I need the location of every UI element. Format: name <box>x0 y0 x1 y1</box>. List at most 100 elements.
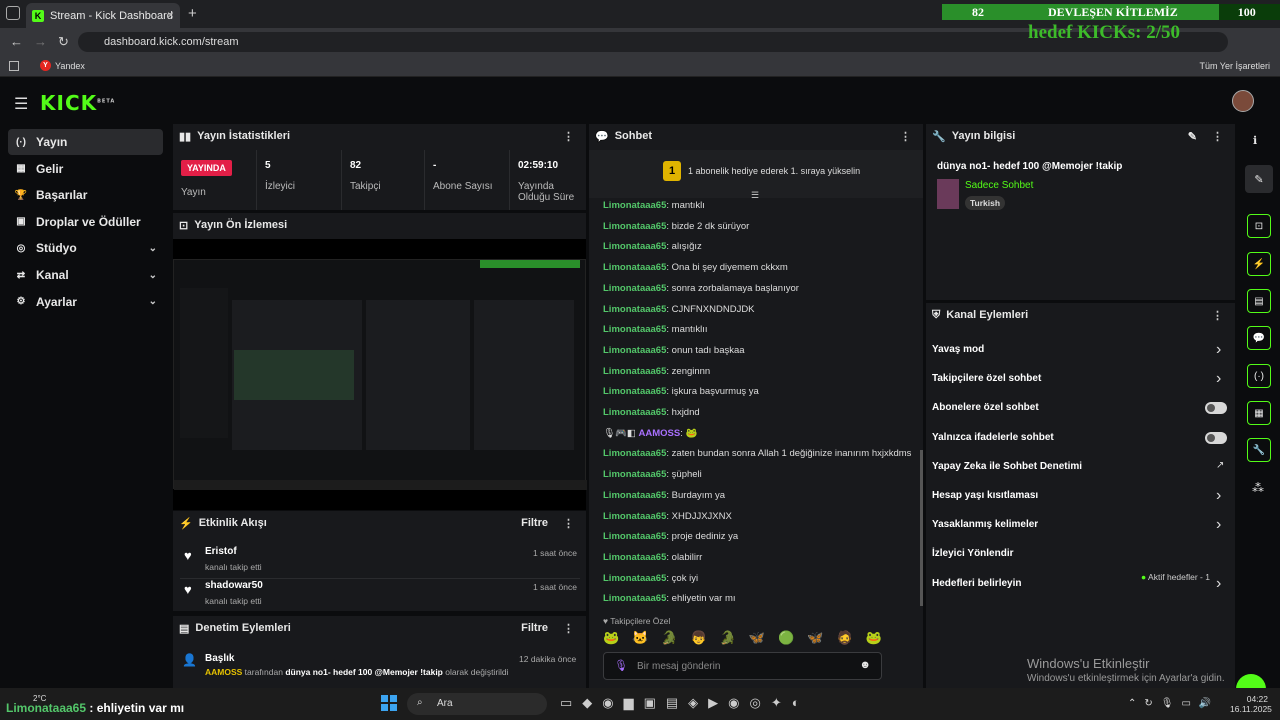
info-icon[interactable]: ℹ <box>1253 134 1257 147</box>
chat-username[interactable]: Limonataaa65 <box>603 366 666 377</box>
chat-message[interactable]: Limonataaa65: Ona bi şey diyemem ckkxm <box>603 262 788 273</box>
chevron-right-icon[interactable]: › <box>1216 341 1221 359</box>
chevron-down-icon[interactable]: ⌄ <box>149 270 157 281</box>
chat-username[interactable]: Limonataaa65 <box>603 552 666 563</box>
chevron-down-icon[interactable]: ⌄ <box>149 296 157 307</box>
chat-message[interactable]: 🎙🎮◧ AAMOSS: 🐸 <box>603 428 697 439</box>
mic-icon[interactable]: 🎙 <box>614 659 628 672</box>
windows-start-icon[interactable] <box>381 695 397 711</box>
sidebar-item-0[interactable]: (·) Yayın <box>8 129 163 155</box>
user-avatar[interactable] <box>1232 90 1254 112</box>
more-icon[interactable]: ⋮ <box>563 130 574 143</box>
more-icon[interactable]: ⋮ <box>900 130 911 143</box>
sidebar-item-1[interactable]: ▦ Gelir <box>8 156 163 182</box>
add-widget-icon[interactable]: ⁂ <box>1252 481 1264 495</box>
chat-username[interactable]: Limonataaa65 <box>603 490 666 501</box>
activity-filter-button[interactable]: Filtre <box>521 517 548 529</box>
chat-message[interactable]: Limonataaa65: onun tadı başkaa <box>603 345 745 356</box>
chat-message[interactable]: Limonataaa65: XHDJJXJXNX <box>603 511 732 522</box>
reload-button[interactable]: ↻ <box>58 34 69 50</box>
toggle-switch[interactable] <box>1205 431 1227 444</box>
sidebar-item-3[interactable]: ▣ Droplar ve Ödüller <box>8 209 163 235</box>
chat-username[interactable]: Limonataaa65 <box>603 221 666 232</box>
more-icon[interactable]: ⋮ <box>563 517 574 530</box>
chat-username[interactable]: Limonataaa65 <box>603 386 666 397</box>
chat-message[interactable]: Limonataaa65: proje dediniz ya <box>603 531 738 542</box>
chevron-right-icon[interactable]: › <box>1216 575 1221 593</box>
chat-username[interactable]: Limonataaa65 <box>603 511 666 522</box>
more-icon[interactable]: ⋮ <box>1212 309 1223 322</box>
chat-message[interactable]: Limonataaa65: ehliyetin var mı <box>603 593 736 604</box>
close-tab-icon[interactable]: × <box>167 8 174 22</box>
new-tab-button[interactable]: + <box>188 5 197 22</box>
chevron-right-icon[interactable]: › <box>1216 516 1221 534</box>
language-tag[interactable]: Turkish <box>965 196 1006 210</box>
pinned-banner[interactable]: 1 1 abonelik hediye ederek 1. sıraya yük… <box>589 150 923 201</box>
channel-action-item[interactable]: Yavaş mod <box>932 344 984 355</box>
channel-action-item[interactable]: Hesap yaşı kısıtlaması <box>932 490 1038 501</box>
system-tray[interactable]: ⌃↻🎙▭🔊 <box>1128 698 1219 709</box>
chevron-right-icon[interactable]: › <box>1216 487 1221 505</box>
browser-tab[interactable]: K Stream - Kick Dashboard × <box>26 3 180 28</box>
taskbar-apps[interactable]: ▭◆◉▆▣▤◈▶◉◎✦◐ <box>560 695 810 711</box>
info-tool-icon[interactable]: ▦ <box>1247 401 1271 425</box>
chat-message[interactable]: Limonataaa65: zenginnn <box>603 366 710 377</box>
chat-username[interactable]: Limonataaa65 <box>603 262 666 273</box>
chat-message[interactable]: Limonataaa65: işkura başvurmuş ya <box>603 386 759 397</box>
chat-message[interactable]: Limonataaa65: CJNFNXNDNDJDK <box>603 304 755 315</box>
taskbar-search[interactable]: ⌕ Ara <box>407 693 547 715</box>
chat-tool-icon[interactable]: 💬 <box>1247 326 1271 350</box>
apps-icon[interactable] <box>9 61 19 71</box>
category-link[interactable]: Sadece Sohbet <box>965 180 1033 191</box>
clock[interactable]: 04:22 16.11.2025 <box>1230 694 1272 714</box>
tab-list-icon[interactable] <box>6 6 20 20</box>
expand-icon[interactable]: ☰ <box>751 190 759 201</box>
sidebar-item-4[interactable]: ◎ Stüdyo ⌄ <box>8 235 163 261</box>
chat-input[interactable]: 🎙 Bir mesaj gönderin ☻ <box>603 652 882 680</box>
channel-action-item[interactable]: Takipçilere özel sohbet <box>932 373 1041 384</box>
channel-action-item[interactable]: İzleyici Yönlendir <box>932 548 1014 559</box>
chat-username[interactable]: Limonataaa65 <box>603 593 666 604</box>
chat-message[interactable]: Limonataaa65: alışığız <box>603 241 702 252</box>
chevron-down-icon[interactable]: ⌄ <box>149 243 157 254</box>
channel-action-item[interactable]: Hedefleri belirleyin <box>932 578 1021 589</box>
emoji-icon[interactable]: ☻ <box>859 659 871 671</box>
chat-username[interactable]: Limonataaa65 <box>603 304 666 315</box>
chat-message[interactable]: Limonataaa65: mantıklı <box>603 200 705 211</box>
back-button[interactable]: ← <box>10 34 23 49</box>
chat-username[interactable]: Limonataaa65 <box>603 324 666 335</box>
menu-icon[interactable]: ☰ <box>14 94 28 114</box>
preview-tool-icon[interactable]: ⊡ <box>1247 214 1271 238</box>
forward-button[interactable]: → <box>34 34 47 49</box>
chat-scrollbar[interactable] <box>920 450 923 606</box>
chat-message[interactable]: Limonataaa65: çok iyi <box>603 573 698 584</box>
sidebar-item-6[interactable]: ⚙ Ayarlar ⌄ <box>8 289 163 315</box>
channel-action-item[interactable]: Yalnızca ifadelerle sohbet <box>932 432 1054 443</box>
stream-preview[interactable] <box>173 239 587 510</box>
channel-action-item[interactable]: Yasaklanmış kelimeler <box>932 519 1038 530</box>
chat-username[interactable]: Limonataaa65 <box>603 469 666 480</box>
all-bookmarks[interactable]: Tüm Yer İşaretleri <box>1199 61 1270 71</box>
moderation-filter-button[interactable]: Filtre <box>521 622 548 634</box>
chat-username[interactable]: AAMOSS <box>639 428 681 439</box>
chat-message[interactable]: Limonataaa65: zaten bundan sonra Allah 1… <box>603 448 911 459</box>
doc-tool-icon[interactable]: ▤ <box>1247 289 1271 313</box>
chat-username[interactable]: Limonataaa65 <box>603 283 666 294</box>
external-link-icon[interactable]: ↗ <box>1216 460 1224 471</box>
chat-username[interactable]: Limonataaa65 <box>603 448 666 459</box>
more-icon[interactable]: ⋮ <box>1212 130 1223 143</box>
kick-logo[interactable]: KICKBETA <box>40 91 115 115</box>
chevron-right-icon[interactable]: › <box>1216 370 1221 388</box>
bolt-tool-icon[interactable]: ⚡ <box>1247 252 1271 276</box>
emote-row[interactable]: 🐸🐱🐊👦🐊🦋🟢🦋🧔🐸 <box>603 630 895 646</box>
chat-message[interactable]: Limonataaa65: sonra zorbalamaya başlanıy… <box>603 283 799 294</box>
chat-username[interactable]: Limonataaa65 <box>603 200 666 211</box>
chat-message[interactable]: Limonataaa65: bizde 2 dk sürüyor <box>603 221 749 232</box>
channel-action-item[interactable]: Yapay Zeka ile Sohbet Denetimi <box>932 461 1082 472</box>
chat-username[interactable]: Limonataaa65 <box>603 531 666 542</box>
chat-username[interactable]: Limonataaa65 <box>603 573 666 584</box>
chat-message[interactable]: Limonataaa65: Burdayım ya <box>603 490 725 501</box>
chat-message[interactable]: Limonataaa65: hxjdnd <box>603 407 700 418</box>
bookmark-yandex[interactable]: Y Yandex <box>40 60 85 71</box>
toggle-switch[interactable] <box>1205 402 1227 415</box>
